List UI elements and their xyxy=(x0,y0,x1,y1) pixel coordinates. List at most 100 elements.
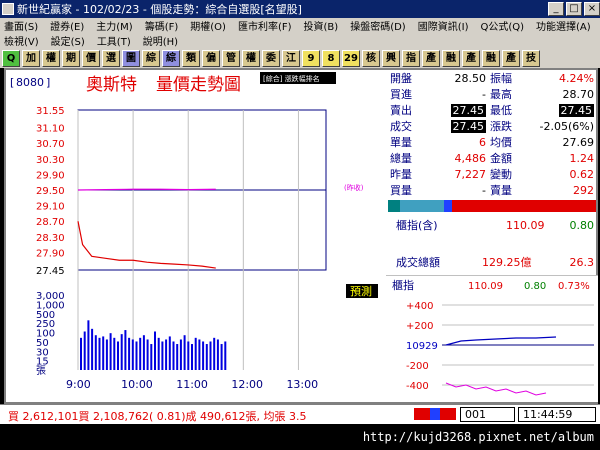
toolbar-button[interactable]: 8 xyxy=(322,49,340,67)
toolbar-button[interactable]: 圖 xyxy=(122,49,140,67)
toolbar-button[interactable]: 產 xyxy=(422,49,440,67)
close-button[interactable]: × xyxy=(584,2,600,16)
footer: http://kujd3268.pixnet.net/album xyxy=(0,424,600,450)
stock-code: 8080 xyxy=(16,76,44,89)
toolbar-button[interactable]: Q xyxy=(2,49,20,67)
footer-url: http://kujd3268.pixnet.net/album xyxy=(362,430,594,444)
mini-label: 櫃指 xyxy=(392,278,414,292)
app-icon xyxy=(2,3,14,15)
title-bar: 新世紀贏家 - 102/02/23 - 個股走勢：綜合自選股[名望股] _ □ … xyxy=(0,0,600,18)
turnover-row: 成交總額 129.25億 26.3 xyxy=(396,256,594,269)
menu-item[interactable]: 功能選擇(A) xyxy=(536,18,591,33)
minimize-button[interactable]: _ xyxy=(548,2,564,16)
quote-row: 賣出 27.45 最低 27.45 xyxy=(390,104,594,117)
quote-row: 成交 27.45 漲跌 -2.05(6%) xyxy=(390,120,594,133)
price-tick: 31.10 xyxy=(36,124,65,135)
maximize-button[interactable]: □ xyxy=(566,2,582,16)
volume-bar xyxy=(165,339,168,370)
view-title: 量價走勢圖 xyxy=(156,75,241,95)
menu-item[interactable]: 匯市利率(F) xyxy=(238,18,292,33)
toolbar-button[interactable]: 產 xyxy=(502,49,520,67)
toolbar-button[interactable]: 價 xyxy=(82,49,100,67)
menu-item[interactable]: 畫面(S) xyxy=(4,18,38,33)
toolbar-button[interactable]: 產 xyxy=(462,49,480,67)
price-tick: 28.30 xyxy=(36,233,65,244)
toolbar-button[interactable]: 期 xyxy=(62,49,80,67)
price-volume-chart: [ 8080 ] 奧斯特 量價走勢圖 [綜合] 漲跌幅排名 31.55 31.10… xyxy=(6,70,384,402)
price-tick: 31.55 xyxy=(36,106,65,117)
price-axis: 31.55 31.10 30.70 30.30 29.90 29.50 29.10 28.70… xyxy=(36,106,65,277)
volume-bar xyxy=(220,344,223,370)
toolbar-button[interactable]: 選 xyxy=(102,49,120,67)
volume-bar xyxy=(94,335,97,370)
toolbar-button[interactable]: 權 xyxy=(242,49,260,67)
mini-tick: -200 xyxy=(406,361,429,372)
volume-bar xyxy=(98,337,101,370)
toolbar-button[interactable]: 綜 xyxy=(142,49,160,67)
volume-bar xyxy=(120,334,123,370)
main-panel: [ 8080 ] 奧斯特 量價走勢圖 [綜合] 漲跌幅排名 31.55 31.10… xyxy=(4,68,598,404)
mini-chg: 0.80 xyxy=(524,281,546,292)
stock-name: 奧斯特 xyxy=(86,75,137,95)
menu-item[interactable]: 投資(B) xyxy=(304,18,339,33)
quote-row: 昨量 7,227 變動 0.62 xyxy=(390,168,594,181)
toolbar-button[interactable]: 加 xyxy=(22,49,40,67)
toolbar-button[interactable]: 江 xyxy=(282,49,300,67)
svg-text:]: ] xyxy=(46,76,50,89)
toolbar: Q 加權期價選圖綜綜類偏管權委江 9 8 29 核興指產融產融產技 xyxy=(0,48,600,68)
toolbar-button[interactable]: 委 xyxy=(262,49,280,67)
quote-row: 開盤 28.50 振幅 4.24% xyxy=(390,72,594,85)
toolbar-button[interactable]: 9 xyxy=(302,49,320,67)
menu-row-1: 畫面(S) 證券(E) 主力(M) 籌碼(F) 期權(O) 匯市利率(F) 投資(B) 操盤密… xyxy=(4,18,600,33)
volume-bar xyxy=(176,344,179,370)
menu-item[interactable]: 工具(T) xyxy=(97,33,131,48)
toolbar-button[interactable]: 興 xyxy=(382,49,400,67)
time-tick: 10:00 xyxy=(121,378,153,391)
toolbar-button[interactable]: 偏 xyxy=(202,49,220,67)
toolbar-button[interactable]: 技 xyxy=(522,49,540,67)
volume-bar xyxy=(80,337,82,370)
menu-item[interactable]: 說明(H) xyxy=(143,33,178,48)
volume-bar xyxy=(113,337,116,370)
price-tick: 30.70 xyxy=(36,139,65,150)
toolbar-button[interactable]: 綜 xyxy=(162,49,180,67)
volume-bar xyxy=(168,336,171,370)
price-tick: 29.10 xyxy=(36,202,65,213)
volume-bar xyxy=(117,341,119,370)
ref-label: (昨收) xyxy=(344,183,364,192)
toolbar-button[interactable]: 核 xyxy=(362,49,380,67)
menu-item[interactable]: 檢視(V) xyxy=(4,33,39,48)
page-code-field[interactable]: 001 xyxy=(460,407,515,422)
ranking-tag[interactable]: [綜合] 漲跌幅排名 xyxy=(263,74,320,83)
menu-item[interactable]: 主力(M) xyxy=(96,18,132,33)
volume-bar xyxy=(146,339,149,370)
status-colorbar xyxy=(414,408,456,420)
status-text: 買 2,612,101買 2,108,762( 0.81)成 490,612張,… xyxy=(8,410,307,423)
mini-tick: +400 xyxy=(406,301,433,312)
toolbar-button[interactable]: 類 xyxy=(182,49,200,67)
menu-item[interactable]: 證券(E) xyxy=(50,18,84,33)
volume-bar xyxy=(216,339,219,370)
volume-bar xyxy=(128,337,131,370)
price-tick: 29.50 xyxy=(36,186,65,197)
menu-item[interactable]: 籌碼(F) xyxy=(145,18,179,33)
menu-bar: 畫面(S) 證券(E) 主力(M) 籌碼(F) 期權(O) 匯市利率(F) 投資(B) 操盤密… xyxy=(0,18,600,48)
time-tick: 12:00 xyxy=(231,378,263,391)
menu-item[interactable]: 操盤密碼(D) xyxy=(350,18,406,33)
toolbar-button[interactable]: 權 xyxy=(42,49,60,67)
price-tick: 29.90 xyxy=(36,170,65,181)
volume-bar xyxy=(194,337,197,370)
toolbar-button[interactable]: 融 xyxy=(442,49,460,67)
volume-bar xyxy=(157,337,160,370)
toolbar-button[interactable]: 管 xyxy=(222,49,240,67)
menu-item[interactable]: 期權(O) xyxy=(190,18,226,33)
toolbar-button[interactable]: 指 xyxy=(402,49,420,67)
volume-bar xyxy=(161,341,164,370)
toolbar-button[interactable]: 29 xyxy=(342,49,360,67)
menu-item[interactable]: 國際資訊(I) xyxy=(418,18,469,33)
menu-item[interactable]: 設定(S) xyxy=(51,33,85,48)
volume-bar xyxy=(172,341,175,370)
menu-item[interactable]: Q公式(Q) xyxy=(480,18,524,33)
volume-bar xyxy=(124,330,127,370)
toolbar-button[interactable]: 融 xyxy=(482,49,500,67)
